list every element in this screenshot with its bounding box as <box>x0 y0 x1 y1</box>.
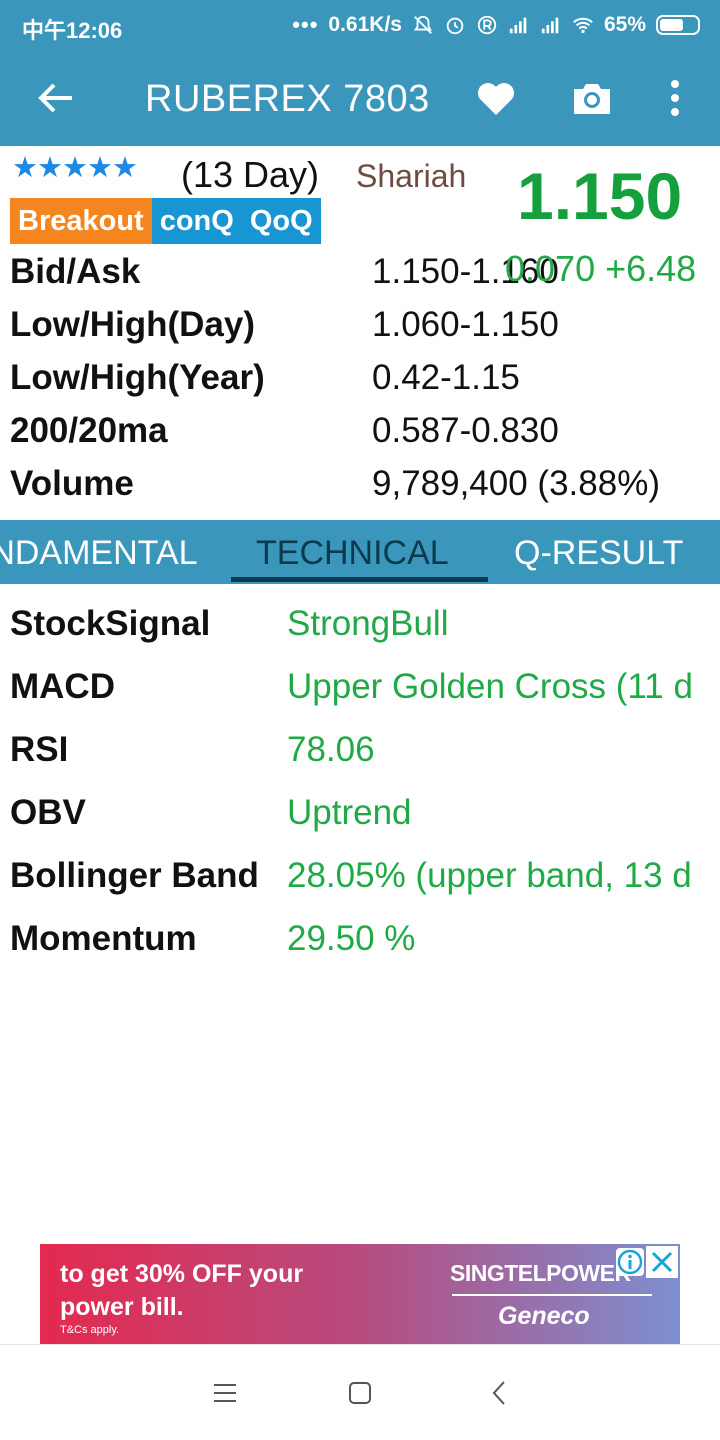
battery-icon <box>656 15 700 35</box>
table-row: MACD Upper Golden Cross (11 d <box>10 663 720 726</box>
signal-icon-2 <box>541 17 559 34</box>
status-time: 中午12:06 <box>22 18 123 43</box>
network-speed: 0.61K/s <box>328 13 402 36</box>
quote-table: Bid/Ask 1.150-1.160 Low/High(Day) 1.060-… <box>10 252 710 517</box>
registered-icon <box>477 15 497 35</box>
quote-label: Volume <box>10 464 134 503</box>
alarm-icon <box>446 17 464 35</box>
back-chevron-icon[interactable] <box>485 1378 515 1408</box>
status-icons: ••• 0.61K/s 65% <box>292 12 700 38</box>
ad-text-line2: power bill. <box>60 1293 184 1321</box>
indicator-value: StrongBull <box>287 604 449 643</box>
tab-technical[interactable]: TECHNICAL <box>256 534 449 573</box>
app-bar: RUBEREX 7803 <box>0 52 720 146</box>
table-row: RSI 78.06 <box>10 726 720 789</box>
camera-icon[interactable] <box>570 76 614 120</box>
table-row: Bollinger Band 28.05% (upper band, 13 d <box>10 852 720 915</box>
price-change: 0.070 +6.48 <box>505 248 697 289</box>
indicator-value: 78.06 <box>287 730 375 769</box>
indicator-label: StockSignal <box>10 604 211 643</box>
technical-table: StockSignal StrongBull MACD Upper Golden… <box>10 600 720 978</box>
system-nav-bar <box>0 1344 720 1440</box>
mute-icon <box>413 15 433 34</box>
stock-title: RUBEREX 7803 <box>145 78 430 120</box>
quote-label: Low/High(Year) <box>10 358 265 397</box>
status-bar: 中午12:06 ••• 0.61K/s 65% <box>0 0 720 52</box>
indicator-label: Momentum <box>10 919 197 958</box>
more-options-icon[interactable] <box>660 76 690 120</box>
rating-days: (13 Day) <box>181 154 320 195</box>
indicator-value: 29.50 % <box>287 919 416 958</box>
status-dots: ••• <box>292 12 319 37</box>
indicator-label: RSI <box>10 730 69 769</box>
battery-fill <box>660 19 684 31</box>
ad-banner[interactable]: to get 30% OFF your power bill. T&Cs app… <box>40 1244 680 1344</box>
active-tab-indicator <box>231 577 488 582</box>
quote-value: 9,789,400 (3.88%) <box>372 464 660 503</box>
indicator-value: Upper Golden Cross (11 d <box>287 667 693 706</box>
tab-bar: FUNDAMENTAL TECHNICAL Q-RESULT <box>0 520 720 584</box>
quote-label: 200/20ma <box>10 411 168 450</box>
battery-percent: 65% <box>603 13 646 36</box>
menu-icon[interactable] <box>210 1378 240 1408</box>
tag-conq: conQ <box>151 198 242 244</box>
quote-row: Low/High(Day) 1.060-1.150 <box>10 305 710 358</box>
quote-label: Bid/Ask <box>10 252 141 291</box>
wifi-icon <box>573 17 593 34</box>
quote-row: 200/20ma 0.587-0.830 <box>10 411 710 464</box>
ad-brand-singtelpower: SINGTELPOWER <box>450 1260 631 1286</box>
signal-icon <box>509 17 527 34</box>
rating-stars-icon: ★★★★★ <box>12 152 138 184</box>
tag-qoq: QoQ <box>241 198 321 244</box>
ad-divider <box>452 1294 652 1296</box>
tab-q-result[interactable]: Q-RESULT <box>514 534 683 573</box>
home-square-icon[interactable] <box>345 1378 375 1408</box>
quote-value: 0.42-1.15 <box>372 358 520 397</box>
quote-label: Low/High(Day) <box>10 305 255 344</box>
quote-row: Volume 9,789,400 (3.88%) <box>10 464 710 517</box>
ad-brand-geneco: Geneco <box>498 1302 590 1330</box>
last-price: 1.150 <box>517 159 683 233</box>
indicator-value: 28.05% (upper band, 13 d <box>287 856 692 895</box>
favorite-heart-icon[interactable] <box>474 76 518 120</box>
ad-info-icon[interactable] <box>616 1248 644 1276</box>
table-row: StockSignal StrongBull <box>10 600 720 663</box>
shariah-label: Shariah <box>356 158 467 194</box>
quote-row: Low/High(Year) 0.42-1.15 <box>10 358 710 411</box>
indicator-value: Uptrend <box>287 793 412 832</box>
back-arrow-icon[interactable] <box>36 78 76 118</box>
quote-value: 0.587-0.830 <box>372 411 559 450</box>
indicator-label: Bollinger Band <box>10 856 259 895</box>
tag-breakout: Breakout <box>10 198 152 244</box>
tab-fundamental[interactable]: FUNDAMENTAL <box>0 534 198 573</box>
signal-tags: Breakout conQ QoQ <box>10 198 321 244</box>
indicator-label: MACD <box>10 667 115 706</box>
indicator-label: OBV <box>10 793 86 832</box>
quote-value: 1.060-1.150 <box>372 305 559 344</box>
ad-text-line1: to get 30% OFF your <box>60 1260 304 1288</box>
table-row: OBV Uptrend <box>10 789 720 852</box>
ad-terms: T&Cs apply. <box>60 1324 120 1336</box>
ad-close-icon[interactable] <box>646 1246 678 1278</box>
table-row: Momentum 29.50 % <box>10 915 720 978</box>
